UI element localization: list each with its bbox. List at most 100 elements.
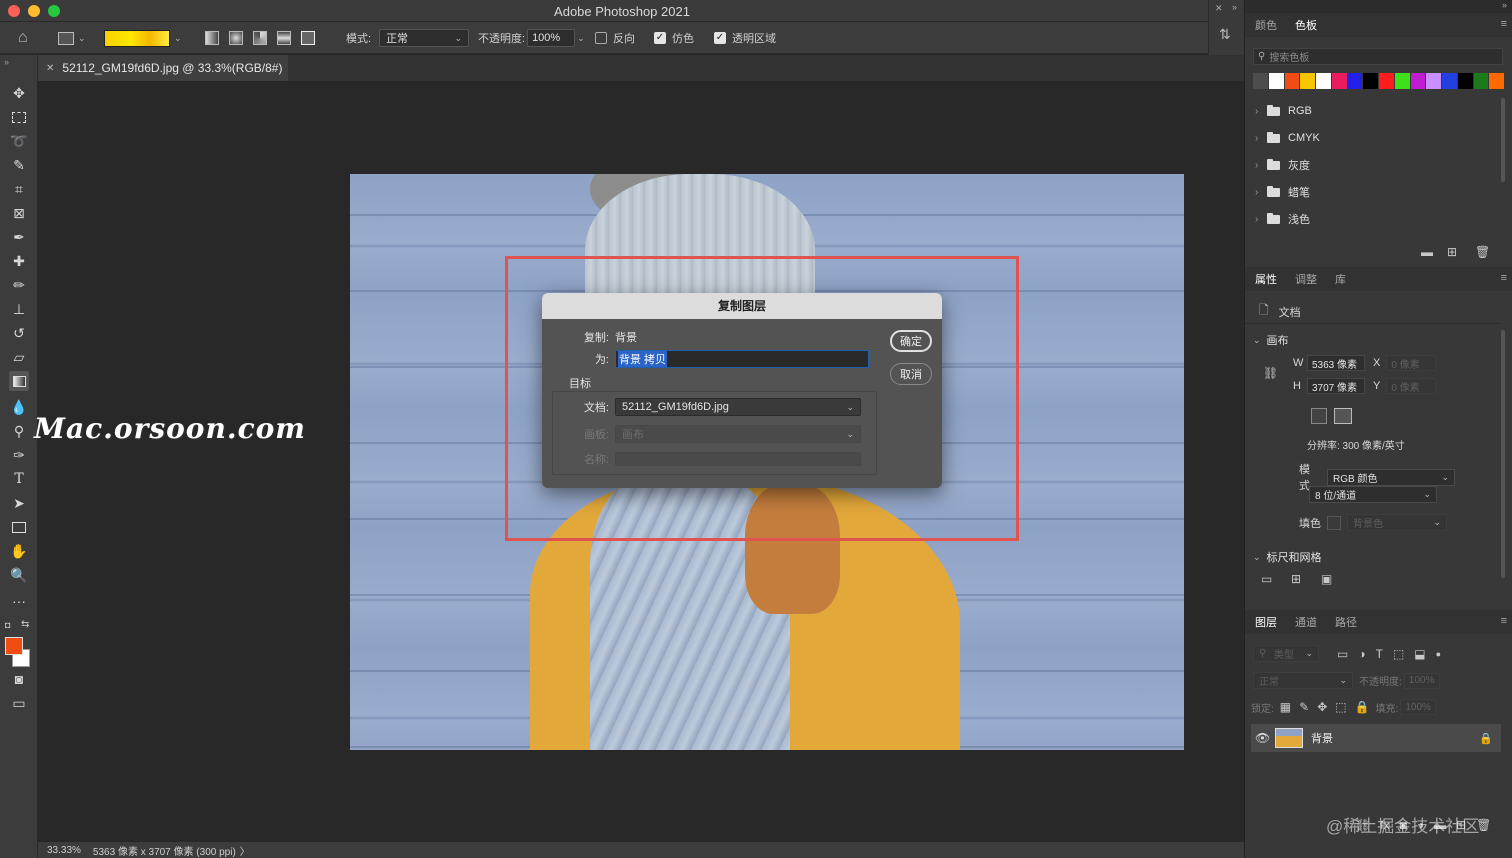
- mode-select[interactable]: 正常 ⌄: [379, 29, 470, 47]
- ok-button[interactable]: 确定: [890, 330, 932, 352]
- rectangle-icon[interactable]: [9, 517, 29, 537]
- dodge-icon[interactable]: ⚲: [9, 421, 29, 441]
- color-swatch[interactable]: [1347, 73, 1364, 89]
- layer-opacity-input[interactable]: 100%: [1403, 672, 1440, 689]
- swatch-group-light[interactable]: › 浅色: [1255, 209, 1310, 229]
- swatch-search-input[interactable]: ⚲ 搜索色板: [1253, 48, 1503, 65]
- cancel-button[interactable]: 取消: [890, 363, 932, 385]
- color-swatch[interactable]: [1489, 73, 1505, 89]
- transparency-checkbox[interactable]: ✓ 透明区域: [714, 22, 776, 54]
- filter-adjustment-icon[interactable]: ◑: [1358, 647, 1365, 661]
- quick-select-icon[interactable]: ✎: [9, 155, 29, 175]
- filter-pixel-icon[interactable]: ▭: [1337, 647, 1348, 661]
- collapse-icon[interactable]: »: [1502, 0, 1507, 10]
- tab-properties[interactable]: 属性: [1255, 271, 1277, 287]
- panel-menu-icon[interactable]: ≡: [1501, 18, 1507, 30]
- swatch-group-rgb[interactable]: › RGB: [1255, 101, 1312, 121]
- layer-filter-select[interactable]: ⚲ 类型 ⌄: [1253, 645, 1319, 662]
- rulers-grids-section-header[interactable]: ⌄ 标尺和网格: [1253, 549, 1322, 565]
- document-tab[interactable]: ✕ 52112_GM19fd6D.jpg @ 33.3%(RGB/8#): [38, 55, 288, 81]
- transparency-check-icon[interactable]: ✓: [714, 32, 726, 44]
- filter-toggle-icon[interactable]: ●: [1436, 649, 1441, 659]
- color-swatch[interactable]: [1457, 73, 1474, 89]
- linear-gradient-button[interactable]: [205, 22, 219, 54]
- color-swatch[interactable]: [1331, 73, 1348, 89]
- tab-close-icon[interactable]: ✕: [46, 63, 54, 74]
- marquee-icon[interactable]: [9, 107, 29, 127]
- tab-layers[interactable]: 图层: [1255, 614, 1277, 630]
- tab-color[interactable]: 颜色: [1255, 17, 1277, 33]
- color-swatch[interactable]: [1363, 73, 1379, 89]
- swatch-group-cmyk[interactable]: › CMYK: [1255, 128, 1320, 148]
- close-icon[interactable]: ✕: [1215, 3, 1223, 14]
- layer-row-background[interactable]: 👁 背景 🔒: [1251, 724, 1501, 752]
- status-menu-arrow[interactable]: 〉: [240, 843, 250, 858]
- color-swatch[interactable]: [1268, 73, 1285, 89]
- path-select-icon[interactable]: ➤: [9, 493, 29, 513]
- history-brush-icon[interactable]: ↺: [9, 323, 29, 343]
- gradient-swatch[interactable]: [104, 29, 170, 47]
- lasso-icon[interactable]: ➰: [9, 131, 29, 151]
- tab-libraries[interactable]: 库: [1335, 271, 1346, 287]
- swap-colors-icon[interactable]: ⇆: [21, 619, 29, 630]
- radial-gradient-button[interactable]: [229, 22, 243, 54]
- filter-shape-icon[interactable]: ⬚: [1393, 647, 1404, 661]
- reverse-check[interactable]: [595, 32, 607, 44]
- color-swatch[interactable]: [1410, 73, 1427, 89]
- foreground-color-swatch[interactable]: [5, 637, 23, 655]
- eraser-icon[interactable]: ▱: [9, 347, 29, 367]
- lock-pixels-icon[interactable]: ✎: [1299, 700, 1309, 714]
- zoom-level[interactable]: 33.33%: [47, 845, 81, 856]
- tab-swatches[interactable]: 色板: [1295, 17, 1317, 33]
- tab-paths[interactable]: 路径: [1335, 614, 1357, 630]
- default-colors-icon[interactable]: ◘: [5, 620, 10, 630]
- color-swatch[interactable]: [1316, 73, 1332, 89]
- lock-position-icon[interactable]: ✥: [1317, 700, 1327, 714]
- collapse-icon[interactable]: »: [1232, 2, 1237, 12]
- grid-icon[interactable]: ⊞: [1291, 572, 1301, 586]
- swatch-group-grayscale[interactable]: › 灰度: [1255, 155, 1310, 175]
- reverse-checkbox[interactable]: 反向: [595, 22, 635, 54]
- layer-fill-input[interactable]: 100%: [1400, 699, 1437, 715]
- type-icon[interactable]: T: [9, 469, 29, 489]
- ruler-icon[interactable]: ▭: [1261, 572, 1272, 586]
- eyedropper-icon[interactable]: ✒: [9, 227, 29, 247]
- opacity-dropdown-icon[interactable]: ⌄: [577, 33, 585, 44]
- brush-icon[interactable]: ✏: [9, 275, 29, 295]
- diamond-gradient-button[interactable]: [301, 22, 315, 54]
- canvas-section-header[interactable]: ⌄ 画布: [1253, 332, 1289, 348]
- filter-type-icon[interactable]: T: [1376, 647, 1383, 661]
- blend-mode-select[interactable]: 正常 ⌄: [1253, 672, 1353, 689]
- document-select[interactable]: 52112_GM19fd6D.jpg ⌄: [615, 398, 861, 416]
- lock-transparent-icon[interactable]: ▦: [1280, 700, 1291, 714]
- delete-icon[interactable]: 🗑: [1475, 245, 1490, 259]
- more-tools-icon[interactable]: ···: [9, 591, 29, 611]
- hand-icon[interactable]: ✋: [9, 541, 29, 561]
- new-swatch-icon[interactable]: ⊞: [1447, 245, 1457, 259]
- color-swatch[interactable]: [1253, 73, 1269, 89]
- color-swatch[interactable]: [1473, 73, 1490, 89]
- crop-icon[interactable]: ⌗: [9, 179, 29, 199]
- opacity-input[interactable]: 100%: [527, 29, 576, 47]
- zoom-icon[interactable]: 🔍: [9, 565, 29, 585]
- panel-menu-icon[interactable]: ≡: [1501, 615, 1507, 627]
- link-icon[interactable]: ⛓: [1263, 366, 1278, 380]
- height-input[interactable]: 3707 像素: [1307, 378, 1365, 394]
- swatch-group-pastel[interactable]: › 蜡笔: [1255, 182, 1310, 202]
- home-icon[interactable]: ⌂: [18, 22, 28, 54]
- properties-scrollbar[interactable]: [1501, 330, 1505, 578]
- chevron-down-icon[interactable]: ⌄: [174, 33, 182, 44]
- bit-depth-select[interactable]: 8 位/通道 ⌄: [1309, 486, 1437, 503]
- angle-gradient-button[interactable]: [253, 22, 267, 54]
- lock-artboard-icon[interactable]: ⬚: [1335, 700, 1346, 714]
- color-swatch[interactable]: [1442, 73, 1458, 89]
- gradient-icon[interactable]: [9, 371, 29, 391]
- width-input[interactable]: 5363 像素: [1307, 355, 1365, 371]
- blur-icon[interactable]: 💧: [9, 397, 29, 417]
- color-swatch[interactable]: [1426, 73, 1442, 89]
- dither-check-icon[interactable]: ✓: [654, 32, 666, 44]
- stamp-icon[interactable]: ⊥: [9, 299, 29, 319]
- reflected-gradient-button[interactable]: [277, 22, 291, 54]
- gradient-picker[interactable]: ⌄: [104, 22, 182, 54]
- color-mode-select[interactable]: RGB 颜色 ⌄: [1327, 468, 1455, 486]
